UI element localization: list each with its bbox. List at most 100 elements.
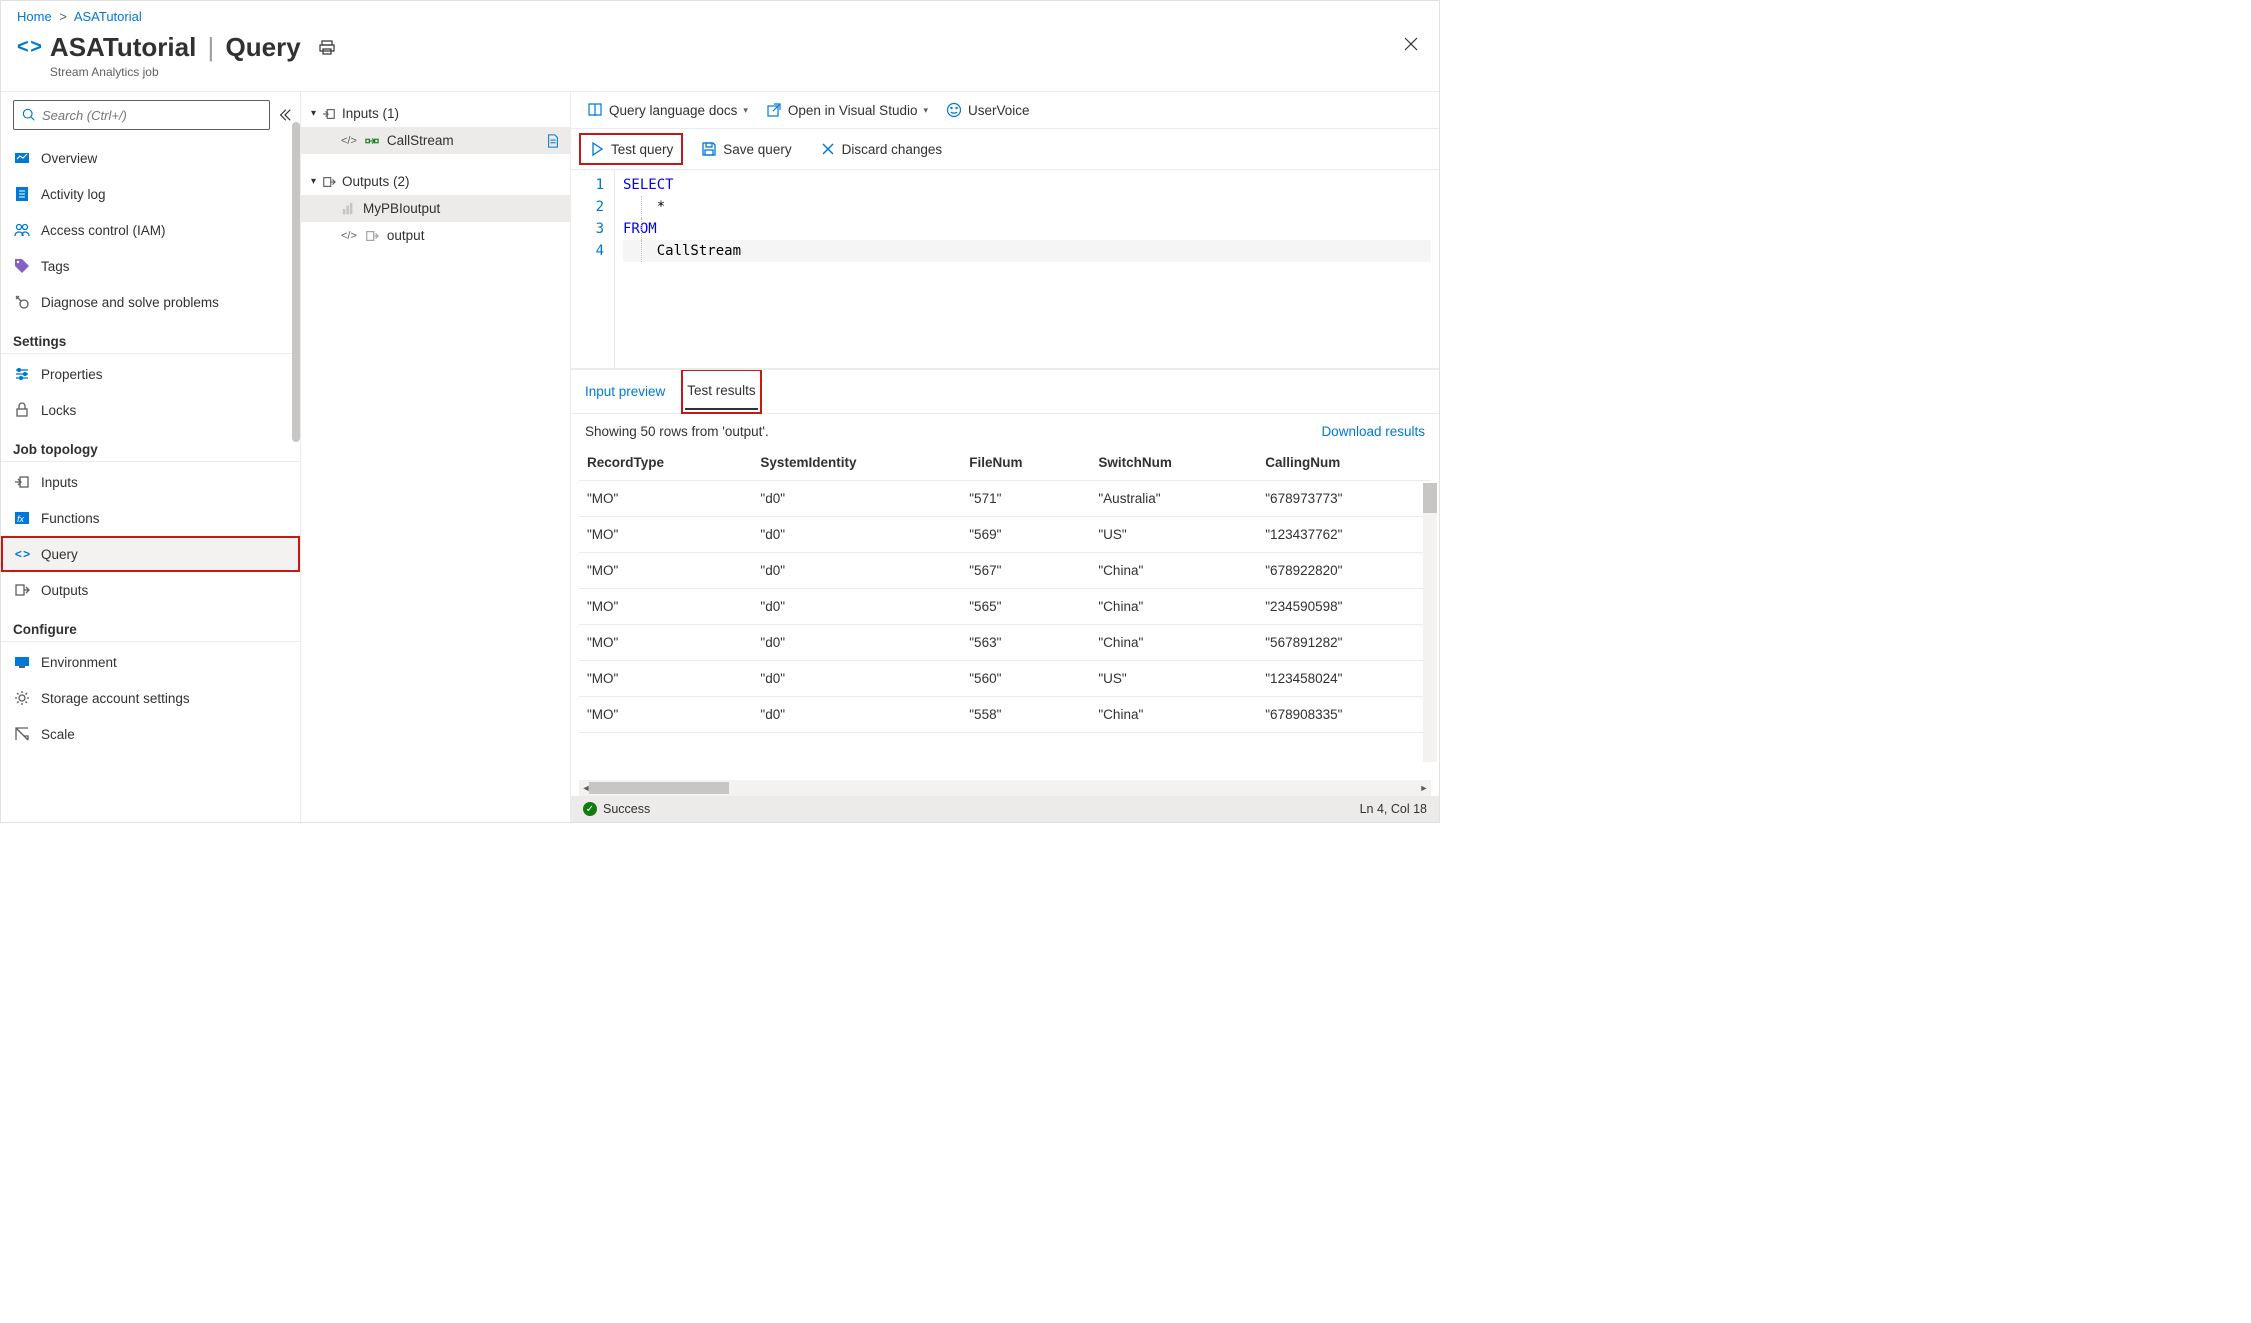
table-row[interactable]: "MO""d0""558""China""678908335" [579, 697, 1431, 733]
nav-properties[interactable]: Properties [1, 356, 300, 392]
code-editor[interactable]: 1234 SELECT * FROM CallStream [571, 169, 1439, 369]
breadcrumb-resource[interactable]: ASATutorial [74, 9, 142, 24]
button-label: Test query [611, 142, 673, 157]
output-item-mypbioutput[interactable]: MyPBIoutput [301, 195, 570, 222]
table-vertical-scrollbar[interactable] [1423, 483, 1437, 762]
table-cell: "MO" [579, 697, 752, 733]
code-body[interactable]: SELECT * FROM CallStream [615, 170, 1439, 368]
content-area: Query language docs ▾ Open in Visual Stu… [571, 92, 1439, 822]
nav-scale[interactable]: Scale [1, 716, 300, 752]
code-icon: </> [341, 230, 357, 242]
sidebar-scrollbar[interactable] [292, 122, 300, 442]
document-icon[interactable] [546, 134, 560, 148]
table-column-header[interactable]: SystemIdentity [752, 445, 961, 481]
io-item-label: MyPBIoutput [363, 201, 440, 216]
table-cell: "MO" [579, 517, 752, 553]
test-query-button[interactable]: Test query [583, 137, 679, 161]
open-in-vs-link[interactable]: Open in Visual Studio ▾ [766, 102, 928, 118]
table-row[interactable]: "MO""d0""569""US""123437762" [579, 517, 1431, 553]
outputs-group-header[interactable]: ▾ Outputs (2) [301, 168, 570, 195]
table-row[interactable]: "MO""d0""565""China""234590598" [579, 589, 1431, 625]
table-column-header[interactable]: SwitchNum [1090, 445, 1257, 481]
inputs-group-icon [322, 107, 336, 121]
nav-storage-settings[interactable]: Storage account settings [1, 680, 300, 716]
inputs-group-header[interactable]: ▾ Inputs (1) [301, 100, 570, 127]
breadcrumb-home[interactable]: Home [17, 9, 52, 24]
nav-outputs[interactable]: Outputs [1, 572, 300, 608]
nav-label: Storage account settings [41, 691, 190, 706]
section-configure: Configure [1, 608, 300, 642]
book-icon [587, 102, 603, 118]
table-cell: "MO" [579, 625, 752, 661]
search-input[interactable] [42, 108, 261, 123]
nav-diagnose[interactable]: Diagnose and solve problems [1, 284, 300, 320]
nav-inputs[interactable]: Inputs [1, 464, 300, 500]
table-row[interactable]: "MO""d0""560""US""123458024" [579, 661, 1431, 697]
table-cell: "MO" [579, 589, 752, 625]
input-item-callstream[interactable]: </> CallStream [301, 127, 570, 154]
iam-icon [13, 222, 31, 238]
table-row[interactable]: "MO""d0""571""Australia""678973773" [579, 481, 1431, 517]
nav-label: Outputs [41, 583, 88, 598]
output-item-output[interactable]: </> output [301, 222, 570, 249]
editor-toolbar: Test query Save query Discard changes [571, 129, 1439, 169]
search-box[interactable] [13, 100, 270, 130]
nav-label: Tags [41, 259, 70, 274]
query-language-docs-link[interactable]: Query language docs ▾ [587, 102, 748, 118]
table-column-header[interactable]: FileNum [961, 445, 1090, 481]
discard-changes-button[interactable]: Discard changes [814, 137, 949, 161]
nav-environment[interactable]: Environment [1, 644, 300, 680]
nav-label: Overview [41, 151, 97, 166]
scroll-right-arrow[interactable]: ► [1417, 780, 1431, 796]
table-cell: "567" [961, 553, 1090, 589]
outputs-group-icon [322, 175, 336, 189]
title-main: ASATutorial [50, 32, 196, 62]
properties-icon [13, 366, 31, 382]
table-horizontal-scrollbar[interactable]: ◄ ► [579, 780, 1431, 796]
results-showing-text: Showing 50 rows from 'output'. [585, 424, 769, 439]
nav-label: Query [41, 547, 78, 562]
tab-test-results[interactable]: Test results [685, 373, 757, 410]
table-cell: "678908335" [1257, 697, 1431, 733]
line-number-gutter: 1234 [571, 170, 615, 368]
table-cell: "MO" [579, 481, 752, 517]
nav-activity-log[interactable]: Activity log [1, 176, 300, 212]
nav-overview[interactable]: Overview [1, 140, 300, 176]
io-tree-panel: ▾ Inputs (1) </> CallStream ▾ Outputs (2… [301, 92, 571, 822]
table-row[interactable]: "MO""d0""567""China""678922820" [579, 553, 1431, 589]
table-cell: "d0" [752, 517, 961, 553]
table-cell: "US" [1090, 517, 1257, 553]
link-label: Open in Visual Studio [788, 103, 918, 118]
results-table-container[interactable]: RecordTypeSystemIdentityFileNumSwitchNum… [571, 445, 1439, 780]
stream-icon [365, 134, 379, 148]
smile-icon [946, 102, 962, 118]
nav-tags[interactable]: Tags [1, 248, 300, 284]
activity-log-icon [13, 186, 31, 202]
save-query-button[interactable]: Save query [695, 137, 797, 161]
svg-text:fx: fx [17, 514, 25, 524]
uservoice-link[interactable]: UserVoice [946, 102, 1030, 118]
chevron-down-icon: ▾ [311, 108, 316, 119]
cursor-position: Ln 4, Col 18 [1360, 802, 1427, 816]
download-results-link[interactable]: Download results [1321, 424, 1425, 439]
nav-label: Inputs [41, 475, 78, 490]
print-icon[interactable] [319, 40, 335, 56]
table-cell: "MO" [579, 553, 752, 589]
nav-access-control[interactable]: Access control (IAM) [1, 212, 300, 248]
table-column-header[interactable]: CallingNum [1257, 445, 1431, 481]
tab-input-preview[interactable]: Input preview [583, 374, 667, 409]
table-cell: "565" [961, 589, 1090, 625]
left-nav-sidebar: Overview Activity log Access control (IA… [1, 92, 301, 822]
close-button[interactable] [1403, 36, 1419, 52]
code-text: * [623, 199, 665, 215]
powerbi-icon [341, 202, 355, 216]
collapse-sidebar-icon[interactable] [278, 108, 292, 122]
nav-functions[interactable]: fx Functions [1, 500, 300, 536]
table-column-header[interactable]: RecordType [579, 445, 752, 481]
functions-icon: fx [13, 510, 31, 526]
nav-locks[interactable]: Locks [1, 392, 300, 428]
table-cell: "China" [1090, 697, 1257, 733]
table-cell: "China" [1090, 589, 1257, 625]
nav-query[interactable]: < > Query [1, 536, 300, 572]
table-row[interactable]: "MO""d0""563""China""567891282" [579, 625, 1431, 661]
